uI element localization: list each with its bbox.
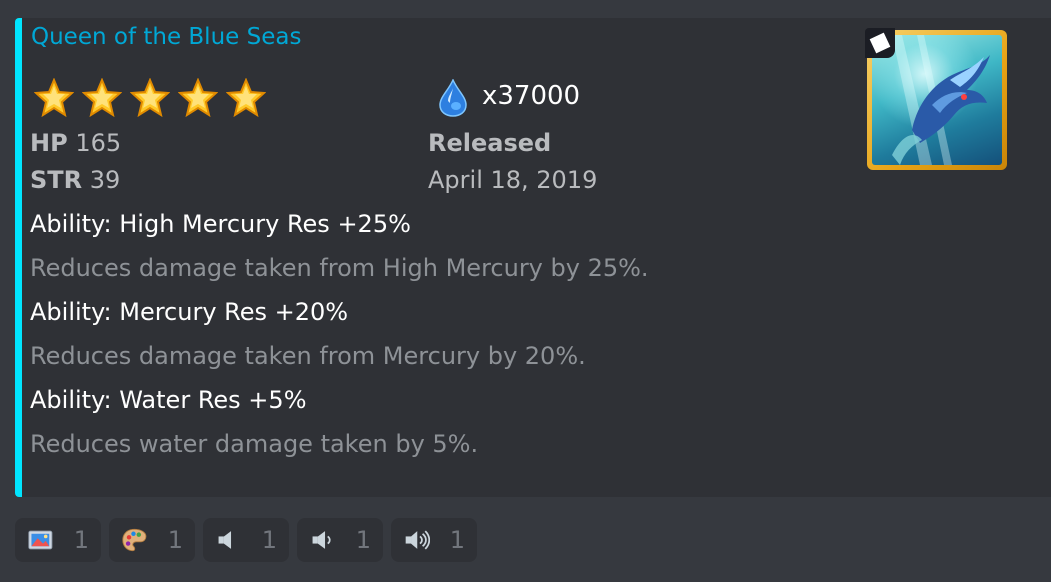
message-top-strip <box>0 0 1051 18</box>
reaction-speaker-high-volume[interactable]: 1 <box>391 518 477 562</box>
reaction-count: 1 <box>449 526 465 554</box>
card-badge <box>865 28 895 58</box>
diamond-icon <box>869 32 891 54</box>
reaction-count: 1 <box>355 526 371 554</box>
star-icon <box>130 78 170 118</box>
str-stat: STR 39 <box>30 166 120 194</box>
reaction-speaker[interactable]: 1 <box>203 518 289 562</box>
hp-value: 165 <box>75 129 122 157</box>
embed-thumbnail[interactable] <box>865 28 1007 170</box>
reaction-speaker-low-volume[interactable]: 1 <box>297 518 383 562</box>
reaction-framed-picture[interactable]: 1 <box>15 518 101 562</box>
ability-name: Ability: High Mercury Res +25% <box>30 210 411 238</box>
reaction-count: 1 <box>167 526 183 554</box>
str-value: 39 <box>89 166 121 194</box>
star-icon <box>178 78 218 118</box>
crystal-count: x37000 <box>482 81 581 111</box>
released-label: Released <box>428 129 552 157</box>
ability-description: Reduces water damage taken by 5%. <box>30 430 479 458</box>
reaction-count: 1 <box>73 526 89 554</box>
ability-description: Reduces damage taken from High Mercury b… <box>30 254 649 282</box>
ability-description: Reduces damage taken from Mercury by 20%… <box>30 342 586 370</box>
speaker-icon <box>218 531 232 549</box>
water-drop-icon <box>439 79 467 117</box>
reaction-artist-palette[interactable]: 1 <box>109 518 195 562</box>
discord-message: Queen of the Blue Seas x37000 HP 165 STR… <box>0 0 1051 582</box>
str-label: STR <box>30 166 83 194</box>
reactions-bar: 1 1 1 1 1 <box>15 518 477 562</box>
artist-palette-icon <box>122 528 147 552</box>
speaker-high-volume-icon <box>405 530 430 550</box>
hp-stat: HP 165 <box>30 129 121 157</box>
embed-accent-bar <box>15 18 22 497</box>
ability-name: Ability: Water Res +5% <box>30 386 307 414</box>
reaction-count: 1 <box>261 526 277 554</box>
framed-picture-icon <box>28 530 53 550</box>
speaker-low-volume-icon <box>312 531 331 549</box>
star-icon <box>34 78 74 118</box>
rarity-stars <box>34 78 266 118</box>
ability-name: Ability: Mercury Res +20% <box>30 298 349 326</box>
released-date: April 18, 2019 <box>428 166 598 194</box>
embed-title-link[interactable]: Queen of the Blue Seas <box>31 24 301 50</box>
star-icon <box>82 78 122 118</box>
hp-label: HP <box>30 129 68 157</box>
star-icon <box>226 78 266 118</box>
